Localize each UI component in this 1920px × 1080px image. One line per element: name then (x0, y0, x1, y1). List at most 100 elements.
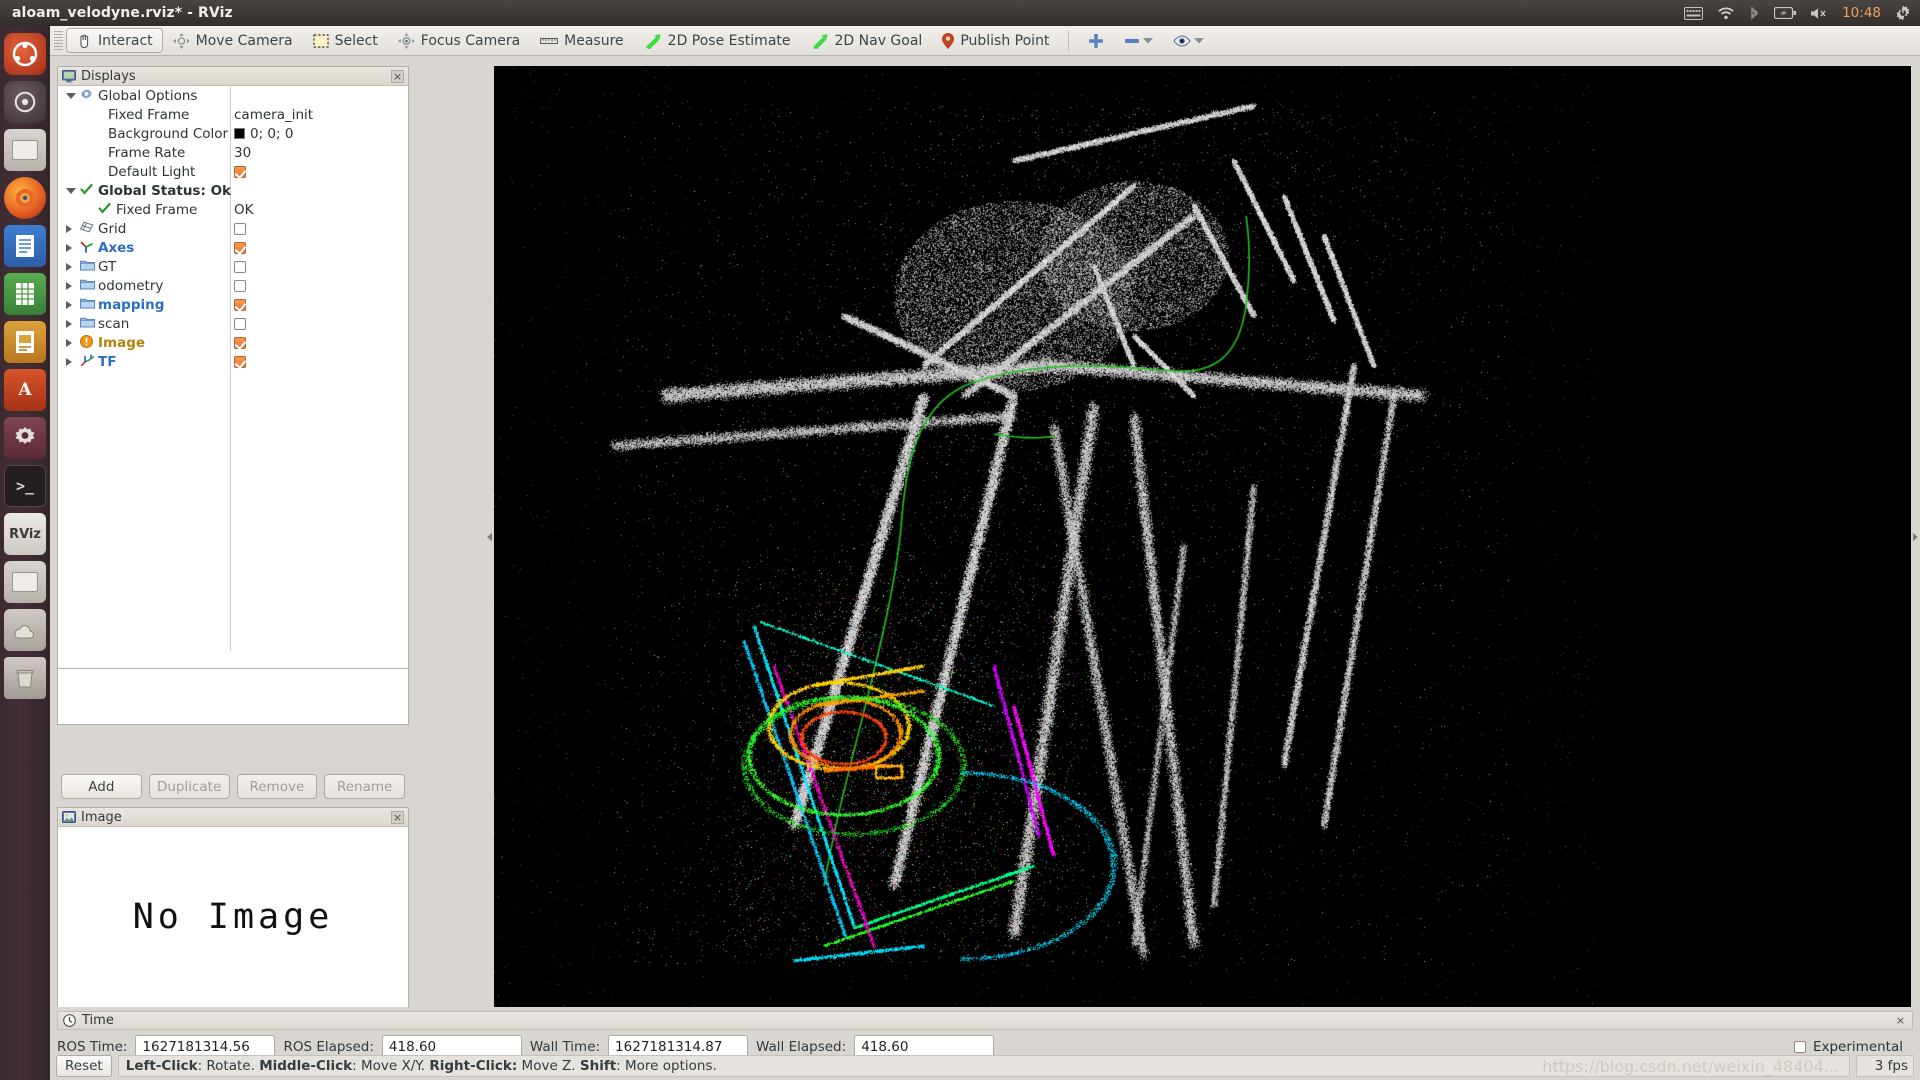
image-panel: Image × No Image (57, 807, 409, 1007)
chevron-right-icon[interactable] (66, 300, 72, 309)
tool-move-camera[interactable]: Move Camera (163, 28, 303, 53)
bluetooth-icon[interactable] (1749, 6, 1760, 21)
launcher-item-dash-home[interactable] (4, 81, 46, 123)
displays-tree[interactable]: Global Options Fixed Frame camera_init Back… (58, 86, 408, 651)
reset-button[interactable]: Reset (56, 1055, 112, 1077)
launcher-item-terminal[interactable]: >_ (4, 465, 46, 507)
point-cloud-canvas[interactable] (494, 66, 1911, 1007)
color-swatch[interactable] (234, 128, 245, 139)
wifi-icon[interactable] (1717, 6, 1735, 20)
tool-publish-point[interactable]: Publish Point (932, 28, 1059, 53)
enable-checkbox[interactable] (234, 279, 246, 292)
display-tree-value[interactable] (234, 317, 246, 330)
chevron-right-icon[interactable] (66, 338, 72, 347)
3d-render-viewport[interactable] (494, 66, 1911, 1007)
tool-2d-pose-estimate[interactable]: 2D Pose Estimate (634, 28, 801, 53)
display-tree-value[interactable] (234, 260, 246, 273)
enable-checkbox[interactable] (234, 241, 246, 254)
display-tree-value[interactable]: 30 (234, 145, 251, 161)
launcher-item-archive-manager[interactable] (4, 561, 46, 603)
duplicate-display-button[interactable]: Duplicate (148, 774, 230, 799)
display-tree-value[interactable]: OK (234, 202, 253, 218)
chevron-down-icon[interactable] (66, 92, 76, 99)
clock-label[interactable]: 10:48 (1842, 5, 1881, 21)
chevron-right-icon[interactable] (66, 243, 72, 252)
launcher-item-system-settings[interactable] (4, 417, 46, 459)
launcher-item-firefox[interactable] (4, 177, 46, 219)
close-icon[interactable]: × (391, 810, 404, 824)
display-tree-value[interactable] (234, 336, 246, 349)
display-tree-row-scan[interactable]: scan (58, 314, 408, 333)
display-tree-row-fixed-frame[interactable]: Fixed Frame camera_init (58, 105, 408, 124)
launcher-item-files-manager[interactable] (4, 129, 46, 171)
launcher-item-amazon[interactable]: A (4, 369, 46, 411)
display-tree-row-axes[interactable]: Axes (58, 238, 408, 257)
add-display-button[interactable]: Add (61, 774, 142, 799)
display-tree-row-mapping[interactable]: mapping (58, 295, 408, 314)
right-dock-splitter[interactable] (1910, 66, 1920, 1007)
display-tree-row-global-options[interactable]: Global Options (58, 86, 408, 105)
display-tree-value[interactable] (234, 279, 246, 292)
display-tree-value[interactable] (234, 241, 246, 254)
enable-checkbox[interactable] (234, 298, 246, 311)
display-tree-row-gt[interactable]: GT (58, 257, 408, 276)
enable-checkbox[interactable] (234, 222, 246, 235)
chevron-right-icon[interactable] (66, 224, 72, 233)
display-tree-row-frame-rate[interactable]: Frame Rate 30 (58, 143, 408, 162)
close-icon[interactable]: × (391, 69, 404, 83)
tool-2d-nav-goal[interactable]: 2D Nav Goal (801, 28, 933, 53)
enable-checkbox[interactable] (234, 336, 246, 349)
display-tree-value[interactable] (234, 165, 246, 178)
display-tree-row-global-status-ok[interactable]: Global Status: Ok (58, 181, 408, 200)
displays-panel-title: Displays (81, 68, 136, 84)
tool-measure[interactable]: Measure (530, 28, 634, 53)
rename-display-button[interactable]: Rename (324, 774, 405, 799)
left-dock-splitter[interactable] (484, 66, 494, 1007)
keyboard-icon[interactable] (1684, 6, 1704, 20)
chevron-down-icon[interactable] (66, 187, 76, 194)
launcher-item-rviz[interactable]: RViz (4, 513, 46, 555)
toolbar-drag-handle[interactable] (54, 30, 63, 51)
hint-segment: : Move X/Y. (352, 1058, 430, 1074)
chevron-right-icon[interactable] (66, 319, 72, 328)
remove-display-button[interactable]: Remove (236, 774, 318, 799)
display-tree-row-odometry[interactable]: odometry (58, 276, 408, 295)
enable-checkbox[interactable] (234, 355, 246, 368)
enable-checkbox[interactable] (234, 165, 246, 178)
power-gear-icon[interactable] (1895, 5, 1911, 21)
chevron-right-icon[interactable] (66, 357, 72, 366)
display-tree-label: Default Light (108, 163, 196, 180)
display-tree-value[interactable] (234, 298, 246, 311)
display-tree-row-background-color[interactable]: Background Color 0; 0; 0 (58, 124, 408, 143)
tool-select[interactable]: Select (303, 28, 388, 53)
remove-tool-button[interactable] (1114, 28, 1163, 53)
launcher-item-ubuntu-dash[interactable] (4, 33, 46, 75)
launcher-item-libreoffice-writer[interactable] (4, 225, 46, 267)
display-tree-value[interactable]: 0; 0; 0 (234, 126, 293, 142)
chevron-right-icon[interactable] (66, 262, 72, 271)
display-tree-row-image[interactable]: Image (58, 333, 408, 352)
enable-checkbox[interactable] (234, 260, 246, 273)
display-tree-row-tf[interactable]: TF (58, 352, 408, 371)
enable-checkbox[interactable] (234, 317, 246, 330)
launcher-item-trash[interactable] (4, 657, 46, 699)
collapse-left-icon (486, 532, 492, 541)
chevron-right-icon[interactable] (66, 281, 72, 290)
launcher-item-libreoffice-calc[interactable] (4, 273, 46, 315)
display-tree-value[interactable]: camera_init (234, 107, 313, 123)
add-tool-button[interactable] (1078, 28, 1114, 53)
launcher-item-libreoffice-impress[interactable] (4, 321, 46, 363)
display-tree-row-default-light[interactable]: Default Light (58, 162, 408, 181)
visibility-tool-button[interactable] (1163, 28, 1214, 53)
tool-focus-camera[interactable]: Focus Camera (388, 28, 530, 53)
battery-icon[interactable] (1774, 7, 1797, 19)
display-tree-row-fixed-frame[interactable]: Fixed Frame OK (58, 200, 408, 219)
display-tree-row-grid[interactable]: Grid (58, 219, 408, 238)
close-icon[interactable]: × (1894, 1014, 1907, 1027)
image-canvas: No Image (58, 827, 408, 1007)
tool-interact[interactable]: Interact (66, 28, 163, 53)
display-tree-value[interactable] (234, 355, 246, 368)
display-tree-value[interactable] (234, 222, 246, 235)
volume-muted-icon[interactable] (1810, 7, 1828, 20)
launcher-item-software-updater[interactable] (4, 609, 46, 651)
